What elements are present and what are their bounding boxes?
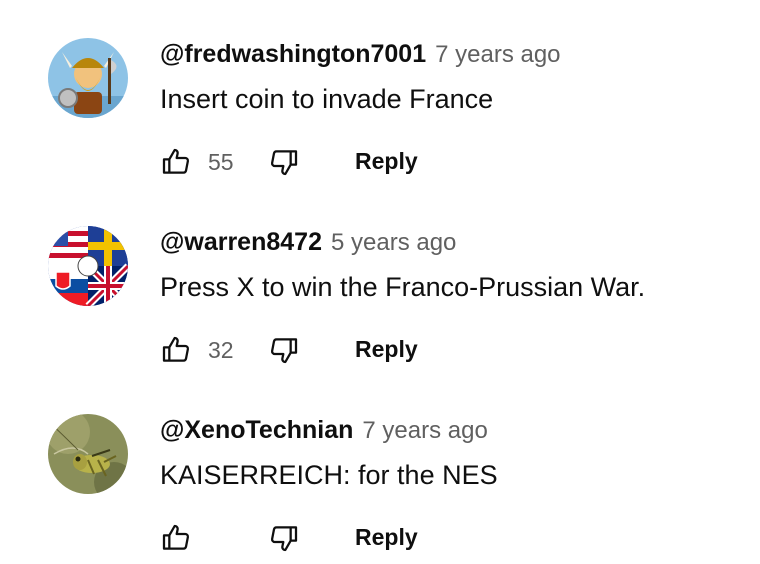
comment-thread: @warren8472 5 years ago Press X to win t… — [0, 188, 760, 376]
comment-author[interactable]: @XenoTechnian — [160, 416, 353, 445]
comment-text: KAISERREICH: for the NES — [160, 460, 498, 490]
thumbs-up-icon — [162, 336, 190, 362]
comment-timestamp[interactable]: 7 years ago — [435, 41, 560, 69]
comment-text: Press X to win the Franco-Prussian War. — [160, 272, 646, 302]
dislike-button[interactable] — [268, 146, 300, 178]
thumbs-up-icon — [162, 524, 190, 550]
thumbs-down-icon — [270, 150, 298, 176]
avatar[interactable] — [48, 414, 128, 494]
comment-timestamp[interactable]: 5 years ago — [331, 229, 456, 257]
like-button[interactable] — [160, 334, 192, 366]
like-button[interactable] — [160, 522, 192, 554]
reply-button[interactable]: Reply — [355, 336, 418, 363]
comment-actions: 55 Reply — [160, 140, 460, 184]
comment-thread: @XenoTechnian 7 years ago KAISERREICH: f… — [0, 376, 760, 564]
flags-avatar-icon — [48, 226, 128, 306]
grasshopper-avatar-icon — [48, 414, 128, 494]
comment-timestamp[interactable]: 7 years ago — [362, 417, 487, 445]
like-button[interactable] — [160, 146, 192, 178]
like-count: 32 — [208, 337, 234, 363]
comment-actions: Reply — [160, 516, 460, 560]
comment-thread: @fredwashington7001 7 years ago Insert c… — [0, 0, 760, 188]
viking-avatar-icon — [48, 38, 128, 118]
comment-actions: 32 Reply — [160, 328, 460, 372]
dislike-button[interactable] — [268, 522, 300, 554]
like-count: 55 — [208, 149, 234, 175]
thumbs-down-icon — [270, 338, 298, 364]
reply-button[interactable]: Reply — [355, 148, 418, 175]
avatar[interactable] — [48, 38, 128, 118]
comment-text: Insert coin to invade France — [160, 84, 494, 114]
reply-button[interactable]: Reply — [355, 524, 418, 551]
thumbs-up-icon — [162, 148, 190, 174]
dislike-button[interactable] — [268, 334, 300, 366]
thumbs-down-icon — [270, 526, 298, 552]
comment-author[interactable]: @warren8472 — [160, 228, 322, 257]
avatar[interactable] — [48, 226, 128, 306]
comment-author[interactable]: @fredwashington7001 — [160, 40, 426, 69]
